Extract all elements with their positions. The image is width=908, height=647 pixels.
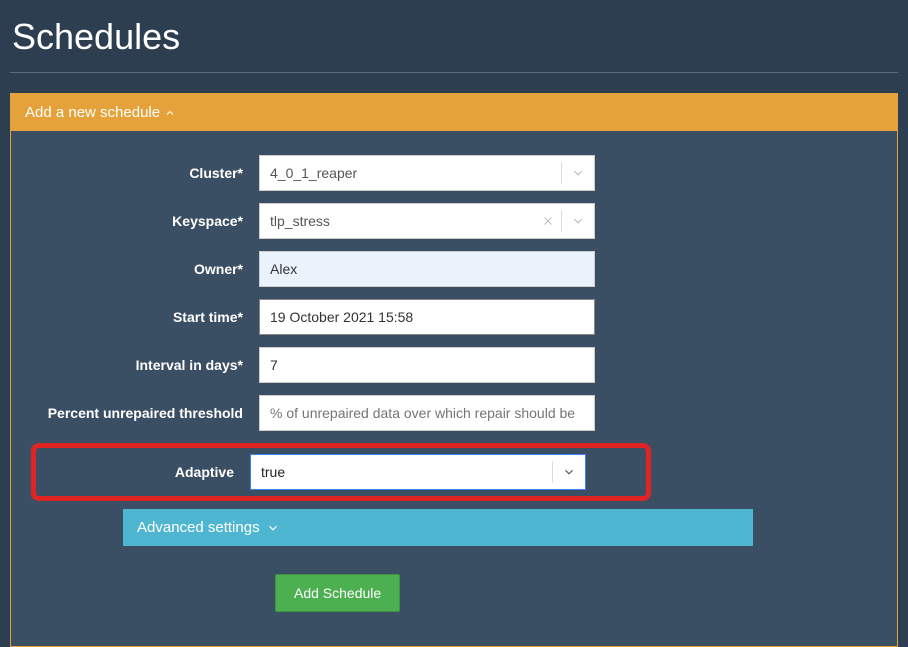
owner-input[interactable]	[260, 252, 594, 286]
cluster-value: 4_0_1_reaper	[260, 165, 561, 181]
row-cluster: Cluster* 4_0_1_reaper	[35, 155, 873, 191]
keyspace-select[interactable]: tlp_stress	[259, 203, 595, 239]
chevron-down-icon	[571, 166, 585, 180]
owner-input-wrap	[259, 251, 595, 287]
add-schedule-button[interactable]: Add Schedule	[275, 574, 400, 612]
adaptive-dropdown-toggle[interactable]	[553, 465, 585, 479]
threshold-input[interactable]	[260, 396, 594, 430]
chevron-down-icon	[266, 521, 280, 535]
keyspace-dropdown-toggle[interactable]	[562, 214, 594, 228]
label-adaptive: Adaptive	[36, 464, 250, 480]
label-cluster: Cluster*	[35, 165, 259, 181]
label-interval: Interval in days*	[35, 357, 259, 373]
adaptive-highlight: Adaptive true	[31, 443, 651, 501]
label-threshold: Percent unrepaired threshold	[35, 405, 259, 421]
page-title: Schedules	[12, 16, 898, 58]
cluster-select[interactable]: 4_0_1_reaper	[259, 155, 595, 191]
chevron-down-icon	[562, 465, 576, 479]
keyspace-clear-button[interactable]	[535, 215, 561, 227]
panel-body: Cluster* 4_0_1_reaper Keyspace* tlp_stre…	[11, 131, 897, 646]
label-keyspace: Keyspace*	[35, 213, 259, 229]
row-keyspace: Keyspace* tlp_stress	[35, 203, 873, 239]
adaptive-value: true	[251, 464, 552, 480]
new-schedule-panel: Add a new schedule Cluster* 4_0_1_reaper…	[10, 93, 898, 647]
row-interval: Interval in days*	[35, 347, 873, 383]
start-time-input-wrap	[259, 299, 595, 335]
submit-row: Add Schedule	[275, 574, 873, 612]
adaptive-select[interactable]: true	[250, 454, 586, 490]
chevron-up-icon	[164, 107, 176, 119]
row-start-time: Start time*	[35, 299, 873, 335]
interval-input[interactable]	[260, 348, 594, 382]
label-start-time: Start time*	[35, 309, 259, 325]
close-icon	[542, 215, 554, 227]
cluster-dropdown-toggle[interactable]	[562, 166, 594, 180]
row-adaptive: Adaptive true	[36, 454, 640, 490]
label-owner: Owner*	[35, 261, 259, 277]
divider	[10, 72, 898, 73]
advanced-settings-toggle[interactable]: Advanced settings	[123, 509, 753, 546]
keyspace-value: tlp_stress	[260, 213, 535, 229]
panel-header-toggle[interactable]: Add a new schedule	[11, 94, 897, 131]
row-threshold: Percent unrepaired threshold	[35, 395, 873, 431]
panel-header-label: Add a new schedule	[25, 104, 160, 121]
chevron-down-icon	[571, 214, 585, 228]
row-owner: Owner*	[35, 251, 873, 287]
start-time-input[interactable]	[260, 300, 594, 334]
threshold-input-wrap	[259, 395, 595, 431]
advanced-settings-label: Advanced settings	[137, 519, 260, 536]
interval-input-wrap	[259, 347, 595, 383]
